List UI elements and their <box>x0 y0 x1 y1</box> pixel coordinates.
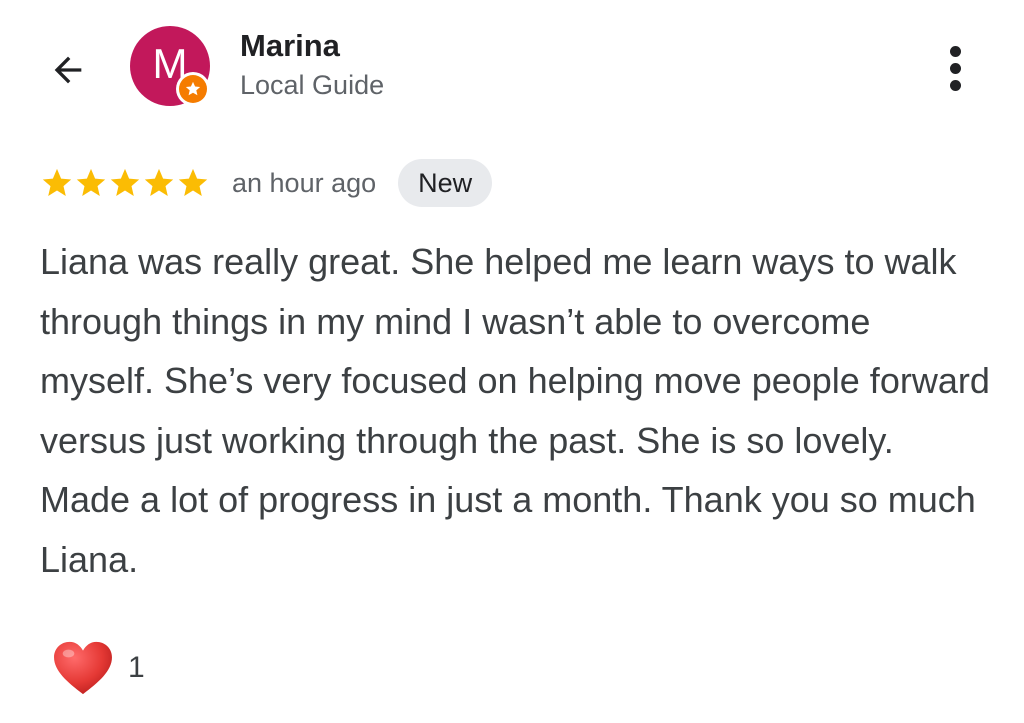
more-vertical-icon <box>949 45 961 57</box>
back-button[interactable] <box>40 42 96 98</box>
local-guide-badge <box>176 72 210 106</box>
reviewer-name[interactable]: Marina <box>240 27 340 65</box>
review-text: Liana was really great. She helped me le… <box>40 241 990 580</box>
local-guide-star-icon <box>179 75 207 103</box>
more-vertical-icon-dot <box>949 79 961 91</box>
arrow-left-icon <box>54 56 82 84</box>
reviewer-subtitle: Local Guide <box>240 70 385 100</box>
star-icon <box>76 168 106 197</box>
reaction-count: 1 <box>128 651 145 684</box>
more-vertical-icon-dot <box>949 62 961 74</box>
star-icon <box>144 168 174 197</box>
new-badge: New <box>398 159 493 207</box>
star-icon <box>178 168 208 197</box>
star-rating <box>40 166 210 200</box>
rating-row: an hour ago New <box>40 158 493 208</box>
star-icon <box>42 168 72 197</box>
like-reaction-button[interactable]: 1 <box>52 640 145 696</box>
more-options-button[interactable] <box>930 40 980 96</box>
star-icon <box>110 168 140 197</box>
review-time: an hour ago <box>232 167 377 198</box>
heart-icon <box>54 641 112 695</box>
